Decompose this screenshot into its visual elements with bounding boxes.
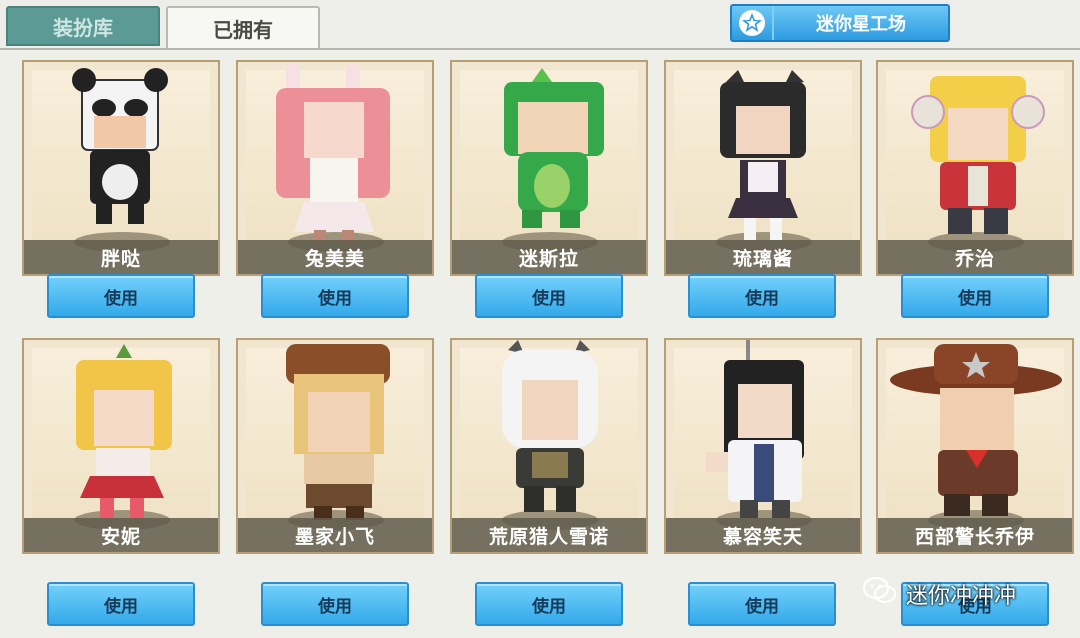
tab-owned[interactable]: 已拥有 — [166, 6, 320, 48]
use-button[interactable]: 使用 — [261, 582, 409, 626]
character-card[interactable]: 墨家小飞 — [236, 338, 434, 554]
use-button[interactable]: 使用 — [261, 274, 409, 318]
top-bar: 装扮库 已拥有 迷你星工场 — [0, 0, 1080, 50]
character-name: 迷斯拉 — [452, 240, 646, 274]
character-card[interactable]: 迷斯拉 — [450, 60, 648, 276]
swordsman-character — [706, 340, 804, 518]
headphone-boy-character — [911, 76, 1045, 234]
character-card[interactable]: 兔美美 — [236, 60, 434, 276]
character-name: 慕容笑天 — [666, 518, 860, 552]
use-button[interactable]: 使用 — [688, 274, 836, 318]
use-button[interactable]: 使用 — [475, 274, 623, 318]
panda-costume-character — [72, 68, 168, 224]
character-name: 西部警长乔伊 — [878, 518, 1072, 552]
use-button[interactable]: 使用 — [47, 582, 195, 626]
use-button[interactable]: 使用 — [47, 274, 195, 318]
character-name: 琉璃酱 — [666, 240, 860, 274]
cat-maid-character — [720, 70, 806, 240]
blonde-girl-character — [76, 344, 172, 518]
watermark: 迷你冲冲冲 — [862, 574, 1016, 614]
use-button[interactable]: 使用 — [475, 582, 623, 626]
character-card[interactable]: 胖哒 — [22, 60, 220, 276]
tab-wardrobe[interactable]: 装扮库 — [6, 6, 160, 46]
character-card[interactable]: 西部警长乔伊 — [876, 338, 1074, 554]
watermark-text: 迷你冲冲冲 — [906, 584, 1017, 609]
aviator-girl-character — [286, 344, 390, 520]
character-card[interactable]: 慕容笑天 — [664, 338, 862, 554]
character-name: 荒原猎人雪诺 — [452, 518, 646, 552]
character-card[interactable]: 琉璃酱 — [664, 60, 862, 276]
character-name: 乔治 — [878, 240, 1072, 274]
wechat-icon — [862, 576, 898, 612]
use-button[interactable]: 使用 — [901, 274, 1049, 318]
bunny-girl-character — [276, 64, 390, 244]
sheriff-character — [890, 344, 1062, 516]
character-grid: 胖哒 兔美美 迷斯拉 琉璃酱 乔治 使用 使用 使用 使用 使用 安妮 墨家小飞… — [0, 48, 1080, 638]
character-name: 安妮 — [24, 518, 218, 552]
star-workshop-label: 迷你星工场 — [816, 14, 906, 35]
star-workshop-button[interactable]: 迷你星工场 — [730, 4, 950, 42]
character-card[interactable]: 荒原猎人雪诺 — [450, 338, 648, 554]
character-name: 胖哒 — [24, 240, 218, 274]
fur-hood-hunter-character — [502, 340, 598, 512]
character-card[interactable]: 安妮 — [22, 338, 220, 554]
character-name: 兔美美 — [238, 240, 432, 274]
character-name: 墨家小飞 — [238, 518, 432, 552]
star-icon — [732, 6, 774, 40]
character-card[interactable]: 乔治 — [876, 60, 1074, 276]
use-button[interactable]: 使用 — [688, 582, 836, 626]
green-dino-character — [504, 68, 604, 228]
